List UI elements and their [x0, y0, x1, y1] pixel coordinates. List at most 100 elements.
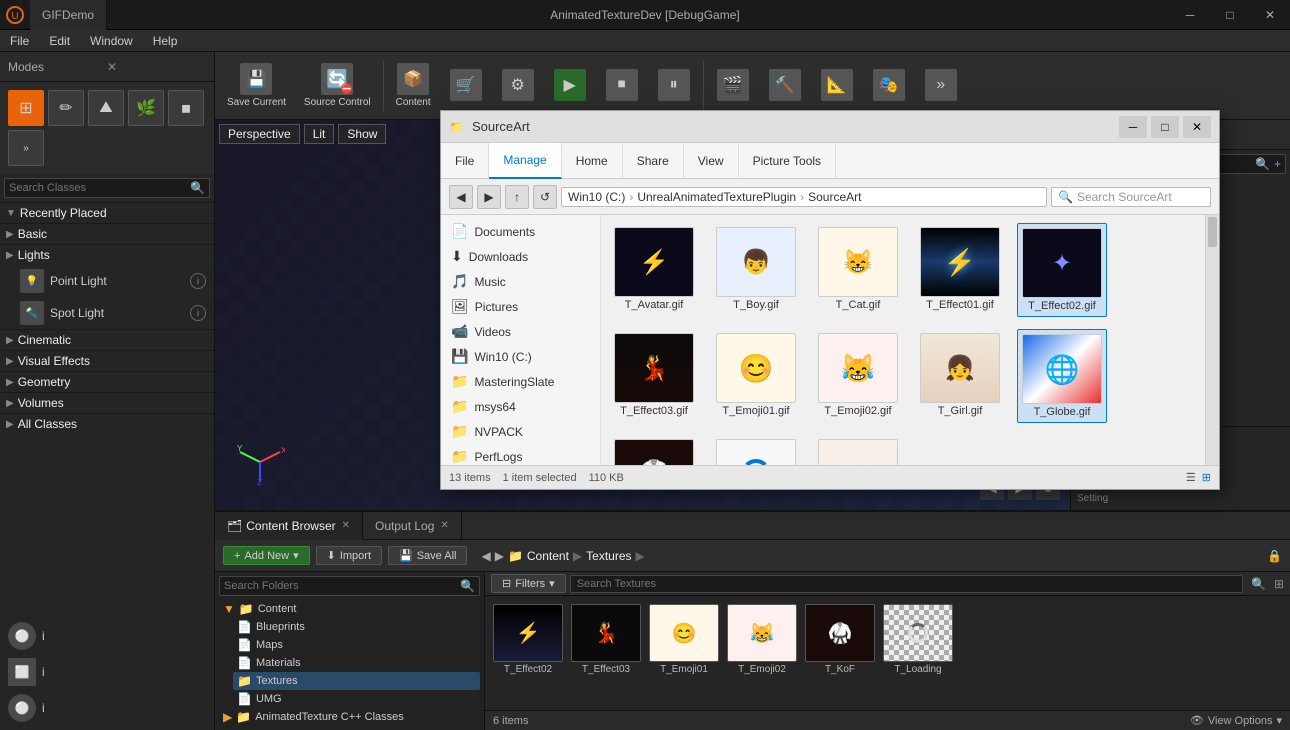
cat-basic[interactable]: ▶ Basic — [0, 223, 214, 244]
asset-t-effect02[interactable]: T_Effect02 — [493, 604, 563, 702]
cat-geometry[interactable]: ▶ Geometry — [0, 371, 214, 392]
asset-search-input[interactable] — [570, 575, 1243, 593]
fe-sidebar-music[interactable]: 🎵 Music — [445, 269, 596, 294]
menu-file[interactable]: File — [0, 30, 39, 52]
folder-cpp-classes[interactable]: ▶ 📁 AnimatedTexture C++ Classes — [219, 708, 480, 726]
filters-button[interactable]: ⊟ Filters ▾ — [491, 574, 566, 593]
toolbar-btn-settings[interactable]: ⚙ — [493, 56, 543, 116]
fe-address-bar[interactable]: Win10 (C:) › UnrealAnimatedTexturePlugin… — [561, 187, 1047, 207]
fe-list-view-button[interactable]: ☰ — [1186, 471, 1196, 484]
fe-item-boy[interactable]: 👦 T_Boy.gif — [711, 223, 801, 317]
folder-umg[interactable]: 📄 UMG — [233, 690, 480, 708]
mode-landscape[interactable]: ⛰ — [88, 90, 124, 126]
fe-sidebar-downloads[interactable]: ⬇ Downloads — [445, 244, 596, 269]
info-icon[interactable]: i — [190, 305, 206, 321]
mode-place[interactable]: ⊞ — [8, 90, 44, 126]
fe-tab-picture-tools[interactable]: Picture Tools — [739, 143, 836, 179]
import-button[interactable]: ⬇ Import — [316, 546, 382, 565]
fe-sidebar-documents[interactable]: 📄 Documents — [445, 219, 596, 244]
toolbar-btn-pause[interactable]: ⏸ — [649, 56, 699, 116]
cat-item-light[interactable]: 💡 Point Light i — [0, 265, 214, 297]
folder-materials[interactable]: 📄 Materials — [233, 654, 480, 672]
lock-icon[interactable]: 🔒 — [1267, 549, 1282, 563]
lit-button[interactable]: Lit — [304, 124, 335, 144]
fe-sidebar-win10[interactable]: 💾 Win10 (C:) — [445, 344, 596, 369]
search-classes-input[interactable] — [9, 182, 190, 194]
info-icon[interactable]: i — [42, 665, 45, 679]
menu-help[interactable]: Help — [143, 30, 188, 52]
toolbar-btn-content[interactable]: 📦 Content — [388, 56, 439, 116]
info-icon[interactable]: i — [42, 629, 45, 643]
cat-visual-effects[interactable]: ▶ Visual Effects — [0, 350, 214, 371]
save-current-button[interactable]: 💾 Save Current — [219, 56, 294, 116]
add-new-button[interactable]: + Add New ▾ — [223, 546, 310, 565]
source-control-button[interactable]: 🔄 ⛔ Source Control — [296, 56, 379, 116]
nav-forward-icon[interactable]: ▶ — [495, 549, 504, 563]
fe-item-emoji01[interactable]: 😊 T_Emoji01.gif — [711, 329, 801, 423]
scroll-thumb[interactable] — [1208, 217, 1217, 247]
mode-foliage[interactable]: 🌿 — [128, 90, 164, 126]
cat-cinematic[interactable]: ▶ Cinematic — [0, 329, 214, 350]
modes-close-icon[interactable]: ✕ — [107, 60, 206, 74]
fe-item-effect01[interactable]: ⚡ T_Effect01.gif — [915, 223, 1005, 317]
view-options-button[interactable]: 👁 View Options ▾ — [1190, 714, 1282, 727]
menu-edit[interactable]: Edit — [39, 30, 80, 52]
fe-up-button[interactable]: ↑ — [505, 185, 529, 209]
asset-t-loading[interactable]: T_Loading — [883, 604, 953, 702]
fe-minimize-button[interactable]: ─ — [1119, 116, 1147, 138]
asset-t-emoji02[interactable]: 😹 T_Emoji02 — [727, 604, 797, 702]
mode-expand[interactable]: » — [8, 130, 44, 166]
fe-tab-share[interactable]: Share — [623, 143, 684, 179]
cat-lights[interactable]: ▶ Lights — [0, 244, 214, 265]
tab-content-browser[interactable]: 🗂 Content Browser ✕ — [215, 512, 363, 540]
menu-window[interactable]: Window — [80, 30, 143, 52]
folder-maps[interactable]: 📄 Maps — [233, 636, 480, 654]
fe-close-button[interactable]: ✕ — [1183, 116, 1211, 138]
fe-item-globe[interactable]: 🌐 T_Globe.gif — [1017, 329, 1107, 423]
info-icon[interactable]: i — [190, 273, 206, 289]
folder-content[interactable]: ▼ 📁 Content — [219, 600, 480, 618]
fe-sidebar-pictures[interactable]: 🖼 Pictures — [445, 294, 596, 319]
toolbar-btn-matinee[interactable]: 🎭 — [864, 56, 914, 116]
add-icon[interactable]: + — [1274, 157, 1281, 171]
folder-blueprints[interactable]: 📄 Blueprints — [233, 618, 480, 636]
cat-item-spotlight[interactable]: 🔦 Spot Light i — [0, 297, 214, 329]
fe-tab-manage[interactable]: Manage — [489, 143, 561, 179]
fe-item-girl[interactable]: 👧 T_Girl.gif — [915, 329, 1005, 423]
asset-t-effect03[interactable]: T_Effect03 — [571, 604, 641, 702]
asset-grid-icon[interactable]: ⊞ — [1274, 577, 1284, 591]
breadcrumb-textures[interactable]: Textures — [586, 549, 631, 563]
save-all-button[interactable]: 💾 Save All — [388, 546, 467, 565]
toolbar-btn-play[interactable]: ▶ — [545, 56, 595, 116]
perspective-button[interactable]: Perspective — [219, 124, 300, 144]
fe-item-emoji02[interactable]: 😹 T_Emoji02.gif — [813, 329, 903, 423]
fe-sidebar-masteringslate[interactable]: 📁 MasteringSlate — [445, 369, 596, 394]
folder-textures[interactable]: 📁 Textures — [233, 672, 480, 690]
fe-item-avatar[interactable]: ⚡ T_Avatar.gif — [609, 223, 699, 317]
nav-back-icon[interactable]: ◀ — [481, 549, 490, 563]
folder-search-input[interactable] — [224, 580, 460, 592]
fe-item-effect02[interactable]: ✦ T_Effect02.gif — [1017, 223, 1107, 317]
fe-item-effect03[interactable]: 💃 T_Effect03.gif — [609, 329, 699, 423]
fe-tab-home[interactable]: Home — [562, 143, 623, 179]
info-icon[interactable]: i — [42, 701, 45, 715]
maximize-button[interactable]: □ — [1210, 0, 1250, 30]
tab-close-icon[interactable]: ✕ — [440, 520, 448, 531]
fe-sidebar-perflogs[interactable]: 📁 PerfLogs — [445, 444, 596, 465]
cat-volumes[interactable]: ▶ Volumes — [0, 392, 214, 413]
fe-back-button[interactable]: ◀ — [449, 185, 473, 209]
minimize-button[interactable]: ─ — [1170, 0, 1210, 30]
toolbar-btn-cinematic[interactable]: 🎬 — [708, 56, 758, 116]
toolbar-btn-build[interactable]: 🔨 — [760, 56, 810, 116]
fe-refresh-button[interactable]: ↺ — [533, 185, 557, 209]
toolbar-btn-stop[interactable]: ⏹ — [597, 56, 647, 116]
toolbar-btn-marketplace[interactable]: 🛒 — [441, 56, 491, 116]
fe-sidebar-msys64[interactable]: 📁 msys64 — [445, 394, 596, 419]
tab-close-icon[interactable]: ✕ — [342, 520, 350, 531]
mode-paint[interactable]: ✏ — [48, 90, 84, 126]
fe-search-bar[interactable]: 🔍 Search SourceArt — [1051, 187, 1211, 207]
fe-forward-button[interactable]: ▶ — [477, 185, 501, 209]
app-tab[interactable]: GIFDemo — [30, 0, 107, 30]
asset-t-kof[interactable]: 🥋 T_KoF — [805, 604, 875, 702]
fe-grid-view-button[interactable]: ⊞ — [1202, 471, 1211, 484]
